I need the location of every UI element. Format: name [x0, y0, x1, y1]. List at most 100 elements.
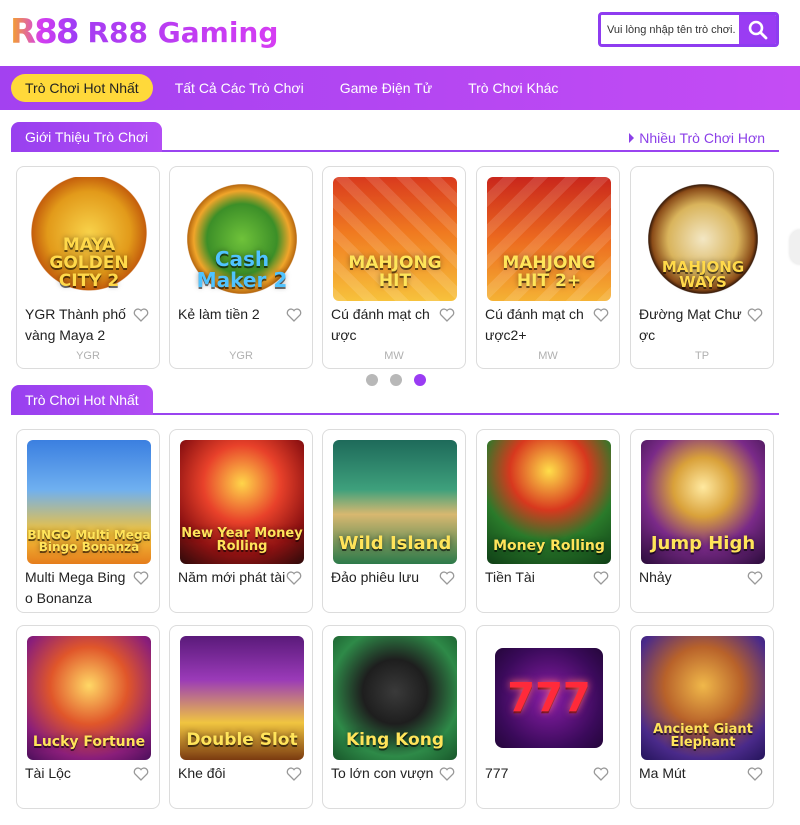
logo-mark: R88	[10, 12, 79, 52]
heart-icon[interactable]	[286, 767, 302, 781]
game-thumbnail[interactable]: Wild Island	[333, 440, 457, 564]
game-thumbnail[interactable]: Jump High	[641, 440, 765, 564]
game-thumbnail[interactable]: Cash Maker 2	[180, 177, 304, 301]
game-name: 777	[485, 765, 509, 781]
game-card[interactable]: MAHJONG WAYS Đường Mạt Chược TP	[630, 166, 774, 369]
nav-electronic-games[interactable]: Game Điện Tử	[340, 80, 432, 96]
heart-icon[interactable]	[747, 571, 763, 585]
game-card[interactable]: BINGO Multi Mega Bingo Bonanza Multi Meg…	[16, 429, 160, 613]
game-card[interactable]: Double Slot Khe đôi	[169, 625, 313, 809]
section-title: Trò Chơi Hot Nhất	[11, 385, 153, 415]
section-title: Giới Thiệu Trò Chơi	[11, 122, 163, 152]
thumb-art-text: 777	[507, 675, 591, 721]
game-name: Tài Lộc	[25, 765, 71, 781]
game-thumbnail[interactable]: MAYA GOLDEN CITY 2	[27, 177, 151, 301]
heart-icon[interactable]	[133, 308, 149, 322]
game-thumbnail[interactable]: BINGO Multi Mega Bingo Bonanza	[27, 440, 151, 564]
game-name: Ma Mút	[639, 765, 686, 781]
game-card[interactable]: Cash Maker 2 Kẻ làm tiền 2 YGR	[169, 166, 313, 369]
heart-icon[interactable]	[439, 571, 455, 585]
heart-icon[interactable]	[286, 308, 302, 322]
main-nav: Trò Chơi Hot Nhất Tất Cả Các Trò Chơi Ga…	[0, 66, 800, 110]
game-provider: YGR	[229, 350, 253, 362]
game-name: Nhảy	[639, 569, 672, 585]
game-name: Tiền Tài	[485, 569, 535, 585]
thumb-art-text: BINGO Multi Mega Bingo Bonanza	[27, 527, 151, 555]
heart-icon[interactable]	[747, 308, 763, 322]
game-thumbnail[interactable]: 777	[487, 636, 611, 760]
game-card[interactable]: MAHJONG HIT 2+ Cú đánh mạt chược2+ MW	[476, 166, 620, 369]
game-thumbnail[interactable]: MAHJONG HIT	[333, 177, 457, 301]
game-thumbnail[interactable]: Double Slot	[180, 636, 304, 760]
game-provider: YGR	[76, 350, 100, 362]
nav-hot-games[interactable]: Trò Chơi Hot Nhất	[11, 74, 153, 102]
game-card[interactable]: King Kong To lớn con vượn	[322, 625, 466, 809]
game-card[interactable]: Jump High Nhảy	[630, 429, 774, 613]
thumb-art-text: Double Slot	[186, 730, 298, 751]
heart-icon[interactable]	[133, 571, 149, 585]
thumb-art-text: MAHJONG HIT	[348, 253, 442, 292]
heart-icon[interactable]	[593, 767, 609, 781]
game-thumbnail[interactable]: MAHJONG HIT 2+	[487, 177, 611, 301]
heart-icon[interactable]	[439, 767, 455, 781]
thumb-art-text: New Year Money Rolling	[181, 525, 303, 555]
nav-all-games[interactable]: Tất Cả Các Trò Chơi	[175, 80, 304, 96]
game-name: Đảo phiêu lưu	[331, 569, 419, 585]
game-name: To lớn con vượn	[331, 765, 434, 781]
game-name: Khe đôi	[178, 765, 226, 781]
game-name: Năm mới phát tài	[178, 569, 286, 585]
game-card[interactable]: Lucky Fortune Tài Lộc	[16, 625, 160, 809]
heart-icon[interactable]	[133, 767, 149, 781]
game-provider: MW	[538, 350, 558, 362]
caret-right-icon	[629, 133, 635, 143]
thumb-art-text: MAHJONG HIT 2+	[502, 253, 596, 292]
thumb-art-text: MAYA GOLDEN CITY 2	[49, 235, 129, 292]
intro-section-header: Giới Thiệu Trò Chơi Nhiều Trò Chơi Hơn	[11, 122, 779, 152]
thumb-art-text: Lucky Fortune	[32, 734, 146, 751]
site-header: R88 R88 Gaming	[0, 0, 800, 64]
heart-icon[interactable]	[747, 767, 763, 781]
thumb-art-text: King Kong	[345, 730, 444, 751]
game-name: YGR Thành phố vàng Maya 2	[25, 306, 126, 343]
heart-icon[interactable]	[593, 308, 609, 322]
heart-icon[interactable]	[439, 308, 455, 322]
game-provider: TP	[694, 350, 710, 362]
heart-icon[interactable]	[593, 571, 609, 585]
thumb-art-text: MAHJONG WAYS	[661, 257, 745, 292]
game-card[interactable]: Wild Island Đảo phiêu lưu	[322, 429, 466, 613]
game-thumbnail[interactable]: New Year Money Rolling	[180, 440, 304, 564]
thumb-art-text: Jump High	[650, 533, 756, 555]
game-thumbnail[interactable]: Money Rolling	[487, 440, 611, 564]
game-card[interactable]: New Year Money Rolling Năm mới phát tài	[169, 429, 313, 613]
game-name: Đường Mạt Chược	[639, 306, 742, 343]
thumb-art-text: Cash Maker 2	[196, 247, 288, 292]
game-provider: MW	[384, 350, 404, 362]
more-games-label: Nhiều Trò Chơi Hơn	[639, 130, 765, 146]
site-logo[interactable]: R88 R88 Gaming	[10, 10, 278, 54]
thumb-art-text: Ancient Giant Elephant	[653, 721, 753, 751]
game-card[interactable]: Ancient Giant Elephant Ma Mút	[630, 625, 774, 809]
search-box	[598, 12, 779, 47]
game-card[interactable]: Money Rolling Tiền Tài	[476, 429, 620, 613]
game-card[interactable]: MAHJONG HIT Cú đánh mạt chược MW	[322, 166, 466, 369]
game-thumbnail[interactable]: King Kong	[333, 636, 457, 760]
game-card[interactable]: 777 777	[476, 625, 620, 809]
search-icon	[748, 20, 767, 39]
game-name: Multi Mega Bingo Bonanza	[25, 569, 126, 606]
search-button[interactable]	[739, 15, 776, 44]
game-thumbnail[interactable]: Ancient Giant Elephant	[641, 636, 765, 760]
game-card[interactable]: MAYA GOLDEN CITY 2 YGR Thành phố vàng Ma…	[16, 166, 160, 369]
game-name: Cú đánh mạt chược	[331, 306, 430, 343]
game-thumbnail[interactable]: Lucky Fortune	[27, 636, 151, 760]
carousel-next-arrow[interactable]	[790, 230, 800, 264]
game-thumbnail[interactable]: MAHJONG WAYS	[641, 177, 765, 301]
game-name: Kẻ làm tiền 2	[178, 306, 260, 322]
search-input[interactable]	[601, 15, 739, 44]
more-games-link[interactable]: Nhiều Trò Chơi Hơn	[629, 130, 765, 146]
thumb-art-text: Money Rolling	[493, 538, 605, 555]
heart-icon[interactable]	[286, 571, 302, 585]
hot-section-header: Trò Chơi Hot Nhất	[11, 385, 779, 415]
game-name: Cú đánh mạt chược2+	[485, 306, 584, 343]
nav-other-games[interactable]: Trò Chơi Khác	[468, 80, 558, 96]
thumb-art-text: Wild Island	[338, 533, 452, 555]
